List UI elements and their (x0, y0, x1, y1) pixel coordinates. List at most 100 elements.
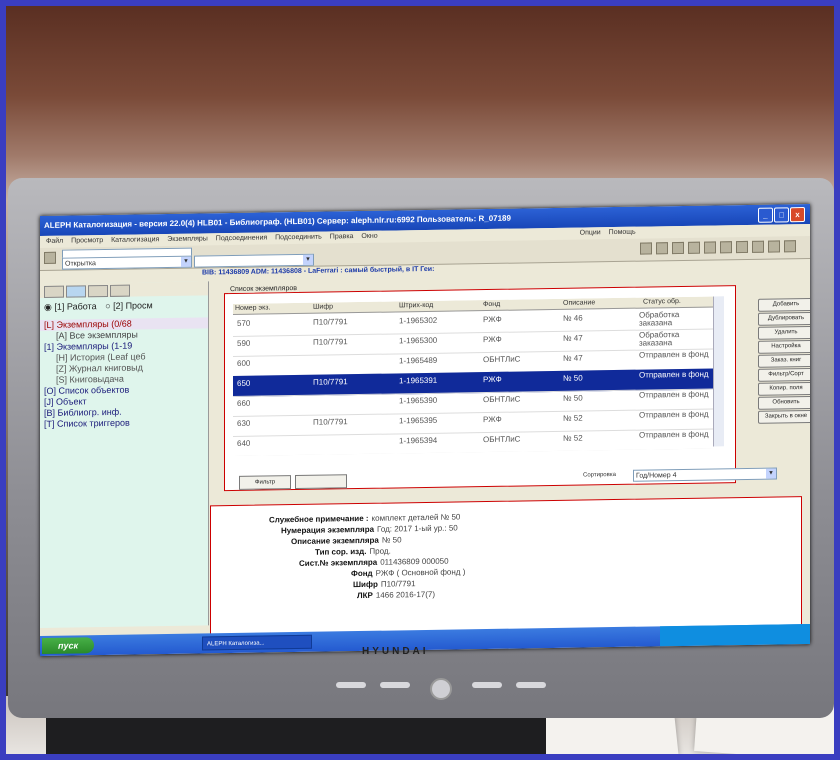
close-in-window-button[interactable]: Закрыть в окне (758, 409, 810, 424)
cell-barcode: 1-1965394 (399, 435, 438, 446)
cell-status: Отправлен в фонд (639, 429, 709, 440)
radio-work-label[interactable]: [1] Работа (54, 301, 96, 312)
left-navigation-panel: ◉ [1] Работа ○ [2] Просм [L] Экземпляры … (40, 281, 209, 629)
format-select-value: Открытка (65, 260, 96, 268)
column-header[interactable]: Фонд (483, 300, 500, 310)
secondary-button[interactable] (295, 474, 347, 490)
left-tab[interactable] (110, 284, 130, 297)
chevron-down-icon[interactable]: ▼ (181, 256, 191, 267)
monitor-stand (46, 718, 546, 754)
left-tab[interactable] (44, 285, 64, 298)
taskbar-app-aleph[interactable]: ALEPH Каталогиза... (202, 634, 312, 651)
filter-button[interactable]: Фильтр (239, 475, 291, 490)
tool-icon[interactable] (784, 240, 796, 253)
detail-line: Нумерация экземпляра Год: 2017 1-ый ур.: … (281, 523, 458, 535)
radio-icon[interactable]: ◉ (44, 302, 52, 312)
cell-fund: РЖФ (483, 374, 502, 385)
tool-icon[interactable] (736, 240, 748, 254)
menu-item-link[interactable]: Подсоединить (275, 234, 322, 242)
cell-barcode: 1-1965489 (399, 355, 438, 366)
menu-item-links[interactable]: Подсоединения (216, 234, 267, 242)
monitor-button[interactable] (516, 682, 546, 688)
settings-button[interactable]: Настройка (758, 339, 810, 354)
detail-line: Тип сор. изд. Прод. (315, 547, 391, 557)
cell-num: 600 (237, 358, 251, 368)
power-icon[interactable] (430, 678, 452, 700)
detail-label: Сист.№ экземпляра (299, 557, 378, 568)
detail-line: Сист.№ экземпляра 011436809 000050 (299, 557, 449, 568)
radio-prev-label[interactable]: [2] Просм (113, 300, 153, 311)
tool-icon[interactable] (720, 241, 732, 254)
column-header[interactable]: Шифр (313, 302, 333, 312)
column-header[interactable]: Статус обр. (643, 297, 681, 308)
items-list-frame: Номер экз. Шифр Штрих-код Фонд Описание … (224, 285, 777, 492)
tree-item[interactable]: [T] Список триггеров (40, 416, 208, 430)
cell-fund: ОБНТЛиС (483, 394, 521, 405)
grid-scrollbar[interactable] (713, 296, 724, 447)
column-header[interactable]: Описание (563, 298, 595, 309)
monitor-button[interactable] (380, 682, 410, 688)
cell-num: 570 (237, 318, 251, 328)
refresh-button[interactable]: Обновить (758, 395, 810, 410)
filter-sort-button[interactable]: Фильтр/Сорт (758, 367, 810, 382)
tool-icon[interactable] (640, 242, 652, 255)
minimize-button[interactable]: _ (758, 207, 773, 223)
cell-num: 640 (237, 438, 251, 448)
menu-item-view[interactable]: Просмотр (71, 237, 103, 245)
left-tab[interactable] (66, 285, 86, 298)
cell-fund: РЖФ (483, 314, 502, 325)
menu-item-file[interactable]: Файл (46, 238, 63, 245)
chevron-down-icon[interactable]: ▼ (766, 468, 776, 479)
duplicate-button[interactable]: Дублировать (758, 311, 810, 326)
cell-shelf: П10/7791 (313, 417, 348, 427)
tool-icon[interactable] (768, 240, 780, 253)
start-button[interactable]: пуск (42, 637, 94, 655)
monitor-button[interactable] (336, 682, 366, 688)
sort-select[interactable]: Год/Номер 4 ▼ (633, 467, 777, 482)
column-header[interactable]: Штрих-код (399, 301, 433, 312)
left-tab[interactable] (88, 284, 108, 298)
cell-barcode: 1-1965391 (399, 375, 438, 386)
menu-item-window[interactable]: Окно (361, 233, 377, 240)
copy-fields-button[interactable]: Копир. поля (758, 381, 810, 396)
menu-item-items[interactable]: Экземпляры (167, 235, 208, 243)
menu-item-options[interactable]: Опции (580, 229, 601, 236)
close-button[interactable]: x (790, 207, 805, 223)
system-tray (660, 623, 810, 647)
column-header[interactable]: Номер экз. (235, 303, 270, 314)
menu-item-cataloging[interactable]: Каталогизация (111, 236, 159, 244)
tool-icon[interactable] (688, 241, 700, 254)
format-select[interactable]: Открытка ▼ (62, 255, 192, 270)
cell-num: 650 (237, 378, 251, 388)
order-button[interactable]: Заказ. книг (758, 353, 810, 368)
cell-status: Отправлен в фонд (639, 409, 709, 420)
items-list-label: Список экземпляров (228, 284, 299, 294)
menu-item-edit[interactable]: Правка (330, 233, 354, 240)
items-grid: Номер экз. Шифр Штрих-код Фонд Описание … (233, 296, 723, 457)
chevron-down-icon[interactable]: ▼ (303, 254, 313, 265)
tool-icon[interactable] (704, 241, 716, 254)
tool-icon[interactable] (752, 240, 764, 253)
menu-item-help[interactable]: Помощь (609, 229, 636, 236)
tool-icon[interactable] (656, 242, 668, 255)
cell-shelf: П10/7791 (313, 317, 348, 327)
cell-shelf: П10/7791 (313, 377, 348, 387)
item-tree: [L] Экземпляры (0/68 [A] Все экземпляры … (40, 317, 208, 430)
cell-barcode: 1-1965395 (399, 415, 438, 426)
maximize-button[interactable]: □ (774, 207, 789, 223)
detail-label: Шифр (353, 579, 378, 590)
sort-select-value: Год/Номер 4 (636, 472, 677, 480)
add-button[interactable]: Добавить (758, 297, 810, 312)
tool-icon[interactable] (44, 251, 56, 264)
delete-button[interactable]: Удалить (758, 325, 810, 340)
cell-status: Отправлен в фонд (639, 349, 709, 360)
monitor-brand-logo: HYUNDAI (362, 646, 429, 657)
monitor-button[interactable] (472, 682, 502, 688)
left-panel-tabs (40, 281, 208, 299)
cell-desc: № 52 (563, 433, 583, 443)
cell-num: 590 (237, 338, 251, 348)
radio-icon[interactable]: ○ (105, 301, 110, 311)
cell-desc: № 47 (563, 353, 583, 363)
cell-desc: № 50 (563, 393, 583, 403)
tool-icon[interactable] (672, 241, 684, 255)
